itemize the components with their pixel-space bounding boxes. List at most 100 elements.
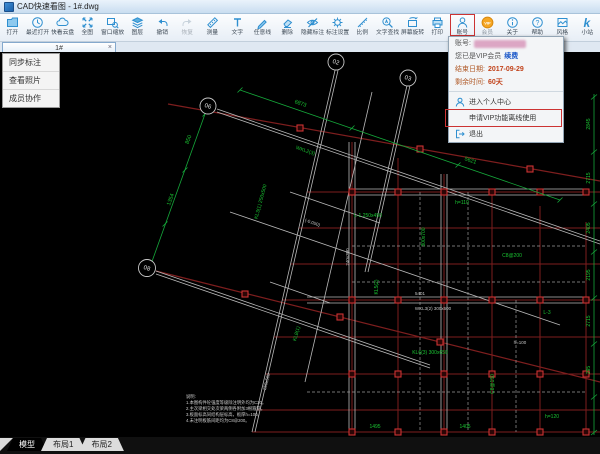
toolbar-button-freeline[interactable]: 任意线 [250,14,275,36]
close-icon[interactable]: × [108,43,112,52]
toolbar-button-window-zoom[interactable]: 窗口缩放 [100,14,125,36]
dim-label: 2195 [586,269,592,280]
svg-text:VIP: VIP [484,20,491,25]
account-row: 账号: [449,37,563,50]
quick-menu: 同步标注 查看照片 成员协作 [2,53,60,108]
beam-label: (-0.050) [304,218,321,228]
note-line: 说明: [186,393,196,400]
sheet-tab-layout1[interactable]: 布局1 [41,438,85,451]
toolbar-button-text[interactable]: 文字 [225,14,250,36]
quick-menu-item-collab[interactable]: 成员协作 [3,90,59,107]
beam-label: L-3 [543,310,550,316]
beam-labels-white: 240x300 WKL3(2) 300x600 (-0.050) h=100 2… [262,218,527,391]
remaining-value: 60天 [487,79,503,86]
rotate-screen-icon [406,16,419,29]
toolbar-button-open[interactable]: 打开 [0,14,25,36]
beam-label: 250x500 [262,372,271,390]
beam-label: WKL3(2) 300x600 [415,306,452,311]
toolbar-button-vip[interactable]: VIP 会员 [475,14,500,36]
annotation-settings-icon [331,16,344,29]
note-line: 2.主次梁相交处次梁两侧各附加3根箍筋。 [186,405,265,412]
dim-label: 2715 [586,172,592,183]
dimension-texts: 6873 5621 850 1354 2845 2715 2405 2195 2… [166,99,592,430]
account-dropdown: 账号: 您已是VIP会员 续费 结束日期: 2017-09-29 剩余时间: 6… [445,36,564,143]
end-date-row: 结束日期: 2017-09-29 [449,63,563,76]
beam-label: KL5(2) [374,279,380,294]
beam-label: h=120 [545,414,559,420]
account-label: 账号: [455,40,471,47]
sheet-tab-layout2[interactable]: 布局2 [79,438,123,451]
toolbar-button-ksite[interactable]: k 小站 [575,14,600,36]
beam-label: KL6(3) 300x650 [412,350,448,356]
menu-item-logout[interactable]: 退出 [449,126,563,142]
dropdown-separator [449,91,563,92]
toolbar-button-find-text[interactable]: 文字查找 [375,14,400,36]
toolbar-button-scale[interactable]: 比例 [350,14,375,36]
layers-icon [131,16,144,29]
beam-label: 300x700 [421,227,427,246]
text-icon [231,16,244,29]
sheet-tab-model[interactable]: 模型 [7,438,47,451]
toolbar-button-measure[interactable]: 测量 [200,14,225,36]
find-text-icon [381,16,394,29]
notes-block: 说明: 1.本图构件砼强度等级除注明外均为C30。 2.主次梁相交处次梁两侧各附… [186,393,266,424]
redo-icon [181,16,194,29]
remaining-label: 剩余时间: [455,79,485,86]
beam-label: h=100 [514,340,527,345]
dim-label: 1495 [369,424,380,430]
menu-item-personal-center[interactable]: 进入个人中心 [449,94,563,110]
toolbar-button-account[interactable]: 账号 [450,14,475,36]
beam-label: KL3(1) 250x500 [254,184,269,220]
toolbar-button-rotate-screen[interactable]: 屏幕旋转 [400,14,425,36]
note-line: 1.本图构件砼强度等级除注明外均为C30。 [186,399,266,406]
ortho-grid-lines [252,142,600,434]
column-markers [241,124,590,436]
vip-icon: VIP [481,16,494,29]
print-icon [431,16,444,29]
beam-label: h=110 [455,200,469,206]
style-icon [556,16,569,29]
account-icon [456,16,469,29]
recent-clock-icon [31,16,44,29]
dim-label: 2405 [586,222,592,233]
eraser-icon [281,16,294,29]
dim-label: 1405 [459,424,470,430]
toolbar-button-cloud[interactable]: 快看云盘 [50,14,75,36]
note-line: 4.未注明板筋间距均为C8@200。 [186,417,250,424]
toolbar-button-help[interactable]: ? 帮助 [525,14,550,36]
beam-label: KL8(1) [292,325,302,341]
svg-text:k: k [584,16,592,29]
dim-label: 2715 [586,315,592,326]
toolbar-button-delete[interactable]: 删除 [275,14,300,36]
app-icon [4,1,14,12]
dim-label: 850 [185,134,194,145]
quick-menu-item-sync[interactable]: 同步标注 [3,54,59,72]
toolbar-button-annotation-settings[interactable]: 标注设置 [325,14,350,36]
about-icon [506,16,519,29]
full-extent-icon [81,16,94,29]
vip-status-text: 您已是VIP会员 [455,53,502,60]
renew-link[interactable]: 续费 [504,52,518,61]
toolbar-button-full-extent[interactable]: 全图 [75,14,100,36]
logout-icon [455,129,465,139]
toolbar-button-hide-annotation[interactable]: 隐藏标注 [300,14,325,36]
undo-icon [156,16,169,29]
toolbar-button-style[interactable]: 风格 [550,14,575,36]
quick-menu-item-photos[interactable]: 查看照片 [3,72,59,90]
toolbar-button-recent[interactable]: 最近打开 [25,14,50,36]
window-zoom-icon [106,16,119,29]
beam-label: WKL2(3) [295,145,316,157]
toolbar-button-redo[interactable]: 恢复 [175,14,200,36]
red-diagonal-grid-lines [155,103,600,383]
menu-item-apply-vip-offline[interactable]: 申请VIP功能离线使用 [445,109,563,127]
toolbar-button-print[interactable]: 打印 [425,14,450,36]
cloud-disk-icon [56,16,69,29]
beam-labels-green: KL3(1) 250x500 WKL2(3) L-1 250x450 300x7… [254,145,560,420]
measure-icon [206,16,219,29]
toolbar-button-layers[interactable]: 图层 [125,14,150,36]
toolbar-button-about[interactable]: 关于 [500,14,525,36]
hide-annotation-icon [306,16,319,29]
toolbar-button-undo[interactable]: 撤销 [150,14,175,36]
beam-label: C8@150 [490,374,496,394]
note-line: 3.板面标高同结构层标高，板厚h=100。 [186,411,262,418]
